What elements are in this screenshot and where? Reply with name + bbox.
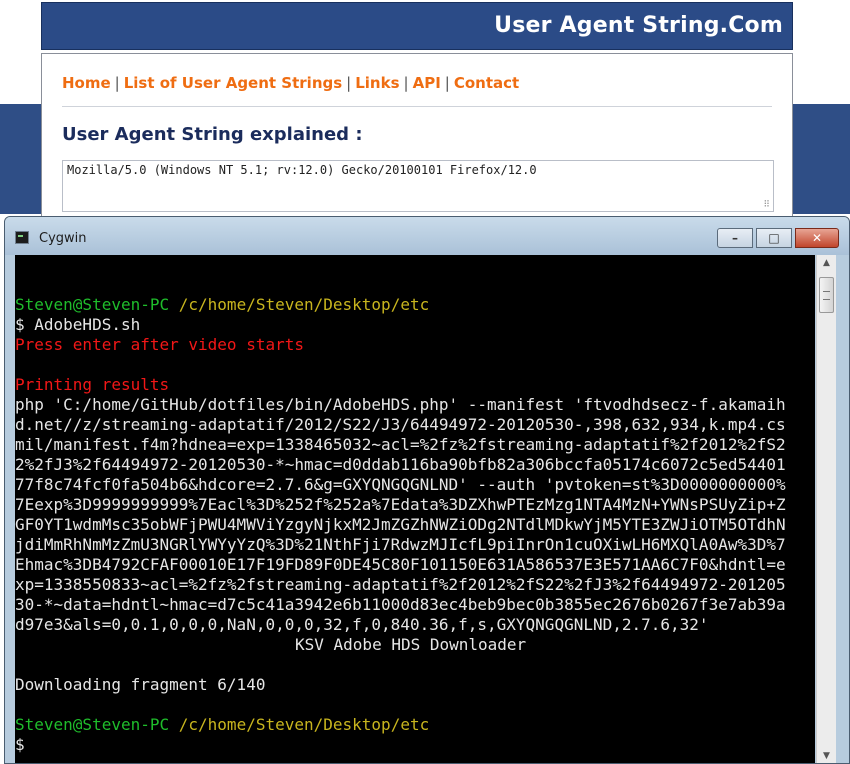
command-line: $ AdobeHDS.sh (15, 315, 141, 334)
site-header: User Agent String.Com (41, 2, 793, 50)
output-line: GF0YT1wdmMsc35obWFjPWU4MWViYzgyNjkxM2JmZ… (15, 515, 786, 534)
user-agent-textarea[interactable]: Mozilla/5.0 (Windows NT 5.1; rv:12.0) Ge… (62, 160, 774, 212)
output-line: 2%2fJ3%2f64494972-20120530-*~hmac=d0ddab… (15, 455, 786, 474)
press-enter-message: Press enter after video starts (15, 335, 304, 354)
close-button[interactable]: ✕ (795, 228, 839, 248)
nav-separator: | (114, 74, 120, 92)
nav-links-link[interactable]: Links (355, 74, 399, 92)
nav-separator: | (346, 74, 352, 92)
window-titlebar[interactable]: Cygwin – □ ✕ (5, 217, 849, 255)
output-line: d97e3&als=0,0.1,0,0,0,NaN,0,0,0,32,f,0,8… (15, 615, 709, 634)
terminal-output[interactable]: Steven@Steven-PC /c/home/Steven/Desktop/… (15, 255, 815, 763)
scroll-up-arrow-icon[interactable]: ▲ (817, 255, 836, 272)
prompt-line: Steven@Steven-PC /c/home/Steven/Desktop/… (15, 295, 815, 315)
window-title: Cygwin (39, 231, 87, 246)
output-line: xp=1338550833~acl=%2fz%2fstreaming-adapt… (15, 575, 786, 594)
output-line: mil/manifest.f4m?hdnea=exp=1338465032~ac… (15, 435, 786, 454)
output-line: 30-*~data=hdntl~hmac=d7c5c41a3942e6b1100… (15, 595, 786, 614)
nav-divider (62, 106, 772, 107)
cygwin-terminal-icon (15, 231, 29, 244)
output-line: 77f8c74fcf0fa504b6&hdcore=2.7.6&g=GXYQNG… (15, 475, 786, 494)
user-agent-value: Mozilla/5.0 (Windows NT 5.1; rv:12.0) Ge… (67, 163, 537, 177)
site-nav: Home | List of User Agent Strings | Links | AP… (62, 74, 519, 92)
nav-separator: | (403, 74, 409, 92)
printing-results-message: Printing results (15, 375, 170, 394)
nav-separator: | (444, 74, 450, 92)
prompt-user: Steven@Steven-PC (15, 715, 170, 734)
maximize-button[interactable]: □ (756, 228, 792, 248)
scroll-down-arrow-icon[interactable]: ▼ (817, 748, 836, 763)
output-line: 7Eexp%3D9999999999%7Eacl%3D%252f%252a%7E… (15, 495, 786, 514)
minimize-button[interactable]: – (717, 228, 753, 248)
prompt-path: /c/home/Steven/Desktop/etc (178, 295, 430, 314)
output-line: Ehmac%3DB4792CFAF00010E17F19FD89F0DE45C8… (15, 555, 786, 574)
prompt-user: Steven@Steven-PC (15, 295, 170, 314)
download-progress: Downloading fragment 6/140 (15, 675, 266, 694)
output-line: php 'C:/home/GitHub/dotfiles/bin/AdobeHD… (15, 395, 786, 414)
page-heading: User Agent String explained : (62, 124, 363, 145)
vertical-scrollbar[interactable]: ▲ ▼ (816, 255, 836, 763)
prompt-path: /c/home/Steven/Desktop/etc (178, 715, 430, 734)
downloader-banner: KSV Adobe HDS Downloader (295, 635, 527, 654)
prompt-line: Steven@Steven-PC /c/home/Steven/Desktop/… (15, 715, 815, 735)
resize-grip-icon[interactable]: ⠿ (763, 201, 770, 210)
output-line: jdiMmRhNmMzZmU3NGRlYWYyYzQ%3D%21NthFji7R… (15, 535, 786, 554)
nav-contact-link[interactable]: Contact (454, 74, 519, 92)
output-line: d.net//z/streaming-adaptatif/2012/S22/J3… (15, 415, 786, 434)
scrollbar-thumb[interactable] (819, 277, 834, 313)
nav-list-link[interactable]: List of User Agent Strings (124, 74, 342, 92)
nav-home-link[interactable]: Home (62, 74, 111, 92)
cygwin-window: Cygwin – □ ✕ Steven@Steven-PC /c/home/St… (4, 216, 850, 764)
nav-api-link[interactable]: API (413, 74, 441, 92)
site-content: Home | List of User Agent Strings | Links | AP… (41, 53, 793, 228)
final-prompt[interactable]: $ (15, 735, 815, 755)
site-title[interactable]: User Agent String.Com (494, 13, 783, 38)
